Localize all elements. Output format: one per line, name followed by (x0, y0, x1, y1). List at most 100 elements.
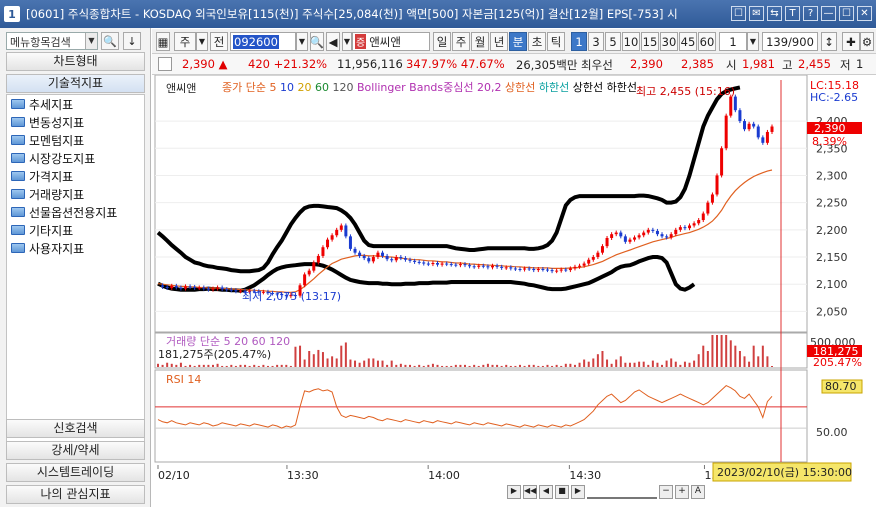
market-select[interactable]: 주 (174, 32, 196, 51)
period-tab-6[interactable]: 틱 (547, 32, 565, 51)
stop-icon[interactable]: ■ (555, 485, 569, 499)
chevron-down-icon[interactable]: ▼ (196, 32, 208, 51)
tree-item[interactable]: 추세지표 (7, 95, 144, 113)
prev-button[interactable]: 전 (210, 32, 228, 51)
help-icon[interactable]: ? (803, 6, 818, 21)
time-label: 14:30 (569, 469, 601, 482)
chevron-down-icon[interactable]: ▼ (342, 32, 352, 51)
plus-icon[interactable]: + (675, 485, 689, 499)
candle (449, 264, 453, 266)
tree-item[interactable]: 모멘텀지표 (7, 131, 144, 149)
candle (170, 285, 174, 289)
rewind-icon[interactable]: ▶ (507, 485, 521, 499)
link-icon[interactable]: ⇆ (767, 6, 782, 21)
chevron-down-icon[interactable]: ▼ (747, 32, 759, 51)
candle (518, 268, 522, 270)
bull-bear-button[interactable]: 강세/약세 (6, 441, 145, 460)
tree-item[interactable]: 가격지표 (7, 167, 144, 185)
volume-bar (757, 356, 760, 367)
volume-bar (573, 364, 576, 367)
crosshair-icon[interactable]: ✚ (842, 32, 860, 51)
speaker-icon[interactable]: ◀ (326, 32, 340, 51)
scale-icon[interactable]: ↕ (821, 32, 837, 51)
folder-icon (11, 135, 25, 145)
stock-chart[interactable]: 2,4002,3502,3002,2502,2002,1502,1002,050… (152, 74, 876, 507)
close-icon[interactable]: ✕ (857, 6, 872, 21)
range-field[interactable]: 139/900 (762, 32, 818, 51)
interval-tab-30[interactable]: 30 (660, 32, 678, 51)
volume-bar (564, 363, 567, 367)
checkbox[interactable] (158, 57, 172, 71)
interval-tab-10[interactable]: 10 (622, 32, 640, 51)
grid-icon[interactable]: ▦ (156, 32, 170, 51)
tree-item[interactable]: 거래량지표 (7, 185, 144, 203)
minimize-icon[interactable]: — (821, 6, 836, 21)
volume-bar (697, 354, 700, 367)
rsi-pane[interactable] (154, 369, 808, 463)
interval-tab-45[interactable]: 45 (679, 32, 697, 51)
candle (555, 270, 559, 272)
tech-indicator-header[interactable]: 기술적지표 (6, 74, 145, 93)
tree-item[interactable]: 변동성지표 (7, 113, 144, 131)
forward-icon[interactable]: ▶ (571, 485, 585, 499)
settings-icon[interactable]: ⚙ (860, 32, 874, 51)
interval-tab-1[interactable]: 1 (571, 32, 587, 51)
candle (472, 266, 476, 268)
candle (188, 286, 192, 288)
back-icon[interactable]: ◀ (539, 485, 553, 499)
chevron-down-icon[interactable]: ▼ (85, 33, 97, 49)
folder-icon (11, 225, 25, 235)
restore-icon[interactable]: ☐ (731, 6, 746, 21)
volume-bar (161, 364, 164, 367)
candle (559, 269, 563, 271)
zoom-slider[interactable] (587, 485, 657, 499)
interval-tab-5[interactable]: 5 (605, 32, 621, 51)
chart-area[interactable]: 2,400 2,350 2,300 2,250 2,200 2,150 2,100 2,050… (152, 74, 876, 507)
arrow-down-icon[interactable]: ↓ (123, 32, 141, 50)
interval-tab-15[interactable]: 15 (641, 32, 659, 51)
volume-bar (651, 360, 654, 367)
prev-icon[interactable]: ◀◀ (523, 485, 537, 499)
search-icon[interactable]: 🔍 (310, 32, 324, 51)
stock-code-input[interactable]: 092600 (230, 32, 296, 51)
volume-bar (372, 358, 375, 367)
period-tab-2[interactable]: 월 (471, 32, 489, 51)
candle (701, 213, 705, 221)
system-trading-button[interactable]: 시스템트레이딩 (6, 463, 145, 482)
maximize-icon[interactable]: ☐ (839, 6, 854, 21)
volume-bar (569, 363, 572, 367)
tree-item[interactable]: 사용자지표 (7, 239, 144, 257)
period-tab-1[interactable]: 주 (452, 32, 470, 51)
volume-bar (198, 364, 201, 367)
legend-lower: 하한선 (606, 81, 637, 94)
period-tab-4[interactable]: 분 (509, 32, 527, 51)
volume-bar (647, 364, 650, 367)
tree-item[interactable]: 선물옵션전용지표 (7, 203, 144, 221)
period-tab-3[interactable]: 년 (490, 32, 508, 51)
chart-type-header[interactable]: 차트형태 (6, 52, 145, 71)
volume-bar (340, 345, 343, 367)
minus-icon[interactable]: − (659, 485, 673, 499)
menu-search-label: 메뉴항목검색 (10, 36, 71, 49)
chevron-down-icon[interactable]: ▼ (296, 32, 308, 51)
count-select[interactable]: 1 (719, 32, 747, 51)
stock-name-field[interactable]: 증 앤씨앤 (352, 32, 430, 51)
tree-item[interactable]: 기타지표 (7, 221, 144, 239)
interval-tab-3[interactable]: 3 (588, 32, 604, 51)
legend-bb-mid: Bollinger Bands중심선 20,2 (356, 81, 502, 94)
period-tab-0[interactable]: 일 (433, 32, 451, 51)
volume-bar (431, 363, 434, 367)
interval-tab-60[interactable]: 60 (698, 32, 716, 51)
my-indicators-button[interactable]: 나의 관심지표 (6, 485, 145, 504)
tree-item[interactable]: 시장강도지표 (7, 149, 144, 167)
mail-icon[interactable]: ✉ (749, 6, 764, 21)
font-icon[interactable]: T (785, 6, 800, 21)
candle (495, 265, 499, 267)
menu-search-input[interactable]: 메뉴항목검색 ▼ (6, 32, 98, 50)
a-icon[interactable]: A (691, 485, 705, 499)
signal-search-button[interactable]: 신호검색 (6, 419, 145, 438)
candle (367, 258, 371, 262)
search-icon[interactable]: 🔍 (101, 32, 119, 50)
candle (729, 96, 733, 116)
period-tab-5[interactable]: 초 (528, 32, 546, 51)
